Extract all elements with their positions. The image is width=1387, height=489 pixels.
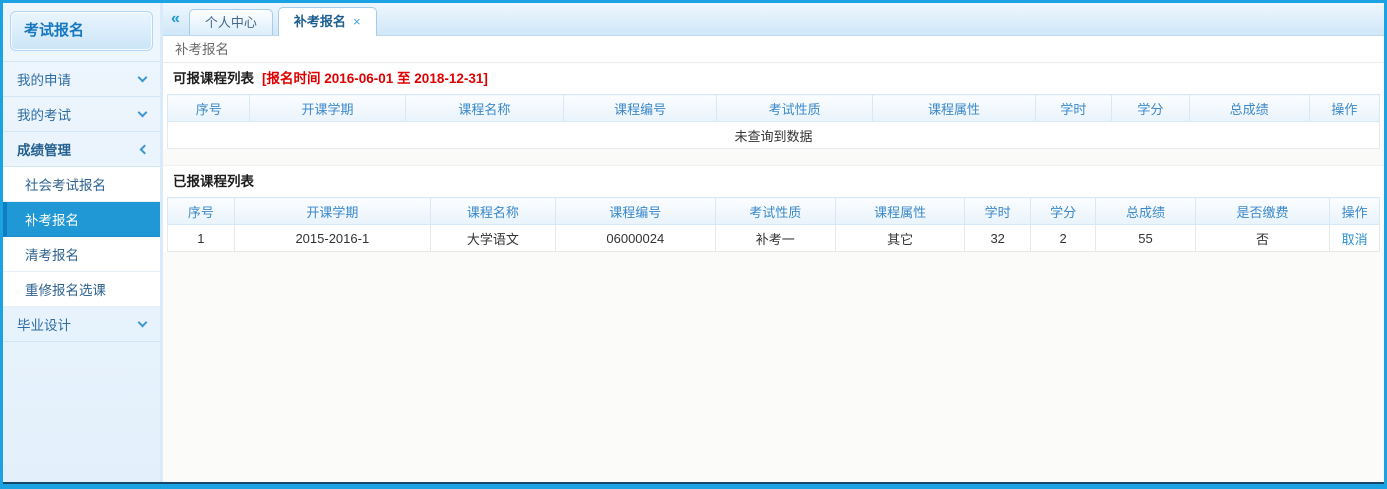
tab-label: 补考报名 xyxy=(294,14,346,29)
cell-exam-type: 补考一 xyxy=(715,225,835,252)
bottom-accent-bar xyxy=(3,484,1384,489)
sidebar-item-grade-management[interactable]: 成绩管理 xyxy=(3,132,160,167)
col-action: 操作 xyxy=(1330,198,1380,225)
col-seq: 序号 xyxy=(168,95,250,122)
sidebar-item-label: 清考报名 xyxy=(25,244,79,264)
table-header-row: 序号 开课学期 课程名称 课程编号 考试性质 课程属性 学时 学分 总成绩 操作 xyxy=(168,95,1380,122)
cell-term: 2015-2016-1 xyxy=(234,225,430,252)
sidebar-item-retake-course-selection[interactable]: 重修报名选课 xyxy=(3,272,160,307)
cell-score: 55 xyxy=(1096,225,1195,252)
registration-period-note: [报名时间 2016-06-01 至 2018-12-31] xyxy=(262,71,488,86)
page-title: 补考报名 xyxy=(163,36,1384,63)
section-gap xyxy=(163,149,1384,166)
cell-course-attr: 其它 xyxy=(835,225,965,252)
sidebar-item-label: 社会考试报名 xyxy=(25,174,106,194)
col-course-code: 课程编号 xyxy=(564,95,717,122)
sidebar-item-label: 我的考试 xyxy=(17,104,71,124)
sidebar-item-makeup-exam-registration[interactable]: 补考报名 xyxy=(3,202,160,237)
sidebar-item-social-exam-registration[interactable]: 社会考试报名 xyxy=(3,167,160,202)
sidebar: 考试报名 我的申请 我的考试 成绩管理 社会考试报名 补考报名 清考报名 xyxy=(3,3,163,482)
content-panel: 可报课程列表 [报名时间 2016-06-01 至 2018-12-31] 序号 … xyxy=(163,63,1384,252)
collapse-sidebar-icon[interactable]: « xyxy=(171,11,180,27)
sidebar-item-clearance-exam-registration[interactable]: 清考报名 xyxy=(3,237,160,272)
col-exam-type: 考试性质 xyxy=(717,95,873,122)
section-title-text: 可报课程列表 xyxy=(173,71,254,86)
col-course-code: 课程编号 xyxy=(555,198,715,225)
col-hours: 学时 xyxy=(1035,95,1111,122)
cell-action: 取消 xyxy=(1330,225,1380,252)
registered-courses-section-title: 已报课程列表 xyxy=(163,166,1384,197)
sidebar-title: 考试报名 xyxy=(10,11,153,51)
col-course-attr: 课程属性 xyxy=(873,95,1035,122)
sidebar-item-my-applications[interactable]: 我的申请 xyxy=(3,62,160,97)
col-credit: 学分 xyxy=(1112,95,1190,122)
cell-course-code: 06000024 xyxy=(555,225,715,252)
sidebar-item-label: 重修报名选课 xyxy=(25,279,106,299)
cell-seq: 1 xyxy=(168,225,235,252)
cell-paid: 否 xyxy=(1195,225,1330,252)
sidebar-item-label: 毕业设计 xyxy=(17,314,71,334)
app-window: 考试报名 我的申请 我的考试 成绩管理 社会考试报名 补考报名 清考报名 xyxy=(0,0,1387,489)
col-score: 总成绩 xyxy=(1096,198,1195,225)
registered-courses-table: 序号 开课学期 课程名称 课程编号 考试性质 课程属性 学时 学分 总成绩 是否… xyxy=(167,197,1380,252)
cell-credit: 2 xyxy=(1030,225,1095,252)
main-area: « 个人中心 补考报名 × 补考报名 可报课程列表 [报名时间 2016-06-01… xyxy=(163,3,1384,482)
tab-bar: « 个人中心 补考报名 × xyxy=(163,3,1384,36)
col-score: 总成绩 xyxy=(1189,95,1309,122)
tab-makeup-exam-registration[interactable]: 补考报名 × xyxy=(278,7,377,36)
col-term: 开课学期 xyxy=(234,198,430,225)
table-row: 1 2015-2016-1 大学语文 06000024 补考一 其它 32 2 … xyxy=(168,225,1380,252)
col-course-name: 课程名称 xyxy=(405,95,564,122)
close-icon[interactable]: × xyxy=(353,14,361,29)
sidebar-item-graduation-design[interactable]: 毕业设计 xyxy=(3,307,160,342)
chevron-left-icon xyxy=(140,144,150,154)
chevron-down-icon xyxy=(138,318,148,328)
col-credit: 学分 xyxy=(1030,198,1095,225)
main-empty-area xyxy=(163,252,1384,482)
col-seq: 序号 xyxy=(168,198,235,225)
sidebar-empty-area xyxy=(3,342,160,482)
section-title-text: 已报课程列表 xyxy=(173,174,254,189)
sidebar-item-label: 成绩管理 xyxy=(17,139,71,159)
col-course-name: 课程名称 xyxy=(431,198,556,225)
empty-row: 未查询到数据 xyxy=(168,122,1380,149)
cell-hours: 32 xyxy=(965,225,1030,252)
tab-personal-center[interactable]: 个人中心 xyxy=(189,9,273,35)
col-paid: 是否缴费 xyxy=(1195,198,1330,225)
tab-label: 个人中心 xyxy=(205,15,257,30)
col-action: 操作 xyxy=(1309,95,1379,122)
col-term: 开课学期 xyxy=(250,95,405,122)
col-hours: 学时 xyxy=(965,198,1030,225)
col-exam-type: 考试性质 xyxy=(715,198,835,225)
available-courses-section-title: 可报课程列表 [报名时间 2016-06-01 至 2018-12-31] xyxy=(163,63,1384,94)
cancel-link[interactable]: 取消 xyxy=(1342,232,1368,247)
col-course-attr: 课程属性 xyxy=(835,198,965,225)
sidebar-item-label: 我的申请 xyxy=(17,69,71,89)
sidebar-item-my-exams[interactable]: 我的考试 xyxy=(3,97,160,132)
no-data-message: 未查询到数据 xyxy=(168,122,1380,149)
chevron-down-icon xyxy=(138,108,148,118)
sidebar-item-label: 补考报名 xyxy=(25,209,79,229)
available-courses-table: 序号 开课学期 课程名称 课程编号 考试性质 课程属性 学时 学分 总成绩 操作 xyxy=(167,94,1380,149)
table-header-row: 序号 开课学期 课程名称 课程编号 考试性质 课程属性 学时 学分 总成绩 是否… xyxy=(168,198,1380,225)
cell-course-name: 大学语文 xyxy=(431,225,556,252)
chevron-down-icon xyxy=(138,73,148,83)
